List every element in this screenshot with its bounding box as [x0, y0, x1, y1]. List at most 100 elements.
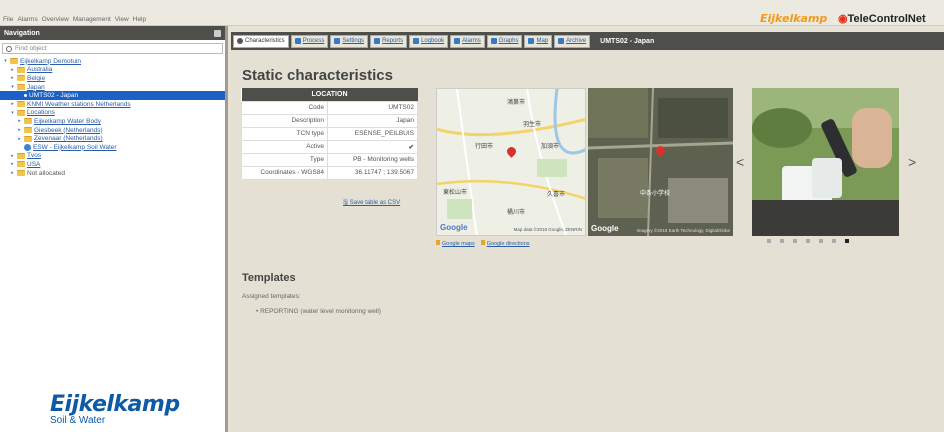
tree-item[interactable]: ▸ KNMI Weather stations Netherlands: [0, 100, 225, 109]
graphs-icon: [490, 38, 497, 44]
tree-item-label: Zevenaar (Netherlands): [34, 135, 103, 143]
expand-icon[interactable]: ▸: [10, 67, 15, 73]
google-maps-link[interactable]: Google maps: [436, 240, 475, 247]
tree-item[interactable]: UMTS02 - Japan: [0, 91, 225, 100]
tree-item[interactable]: ▸ Not allocated: [0, 169, 225, 178]
menu-alarms[interactable]: Alarms: [17, 16, 37, 23]
folder-icon: [17, 66, 25, 73]
tab-map[interactable]: Map: [524, 34, 553, 48]
carousel-dot[interactable]: [845, 239, 849, 243]
property-key: Coordinates - WGS84: [241, 165, 328, 180]
logo-wordmark: Eijkelkamp: [50, 392, 180, 417]
tree-item[interactable]: ▸ Australia: [0, 66, 225, 75]
carousel-dot[interactable]: [819, 239, 823, 243]
table-row: TCN type ESENSE_PEILBUIS: [241, 126, 418, 141]
menu-view[interactable]: View: [115, 16, 129, 23]
brand-logo-telecontrolnet: ◉TeleControlNet: [838, 13, 926, 25]
page-title: Static characteristics: [242, 67, 393, 84]
tab-label: Settings: [342, 38, 365, 44]
folder-icon: [17, 152, 25, 159]
search-placeholder: Find object: [15, 45, 47, 52]
tree-item-label: Eijkelkamp Water Body: [34, 117, 101, 125]
road-map[interactable]: 鴻巣市 羽生市 行田市 加須市 東松山市 久喜市 桶川市 Google Map …: [436, 88, 586, 236]
expand-icon[interactable]: ▸: [10, 75, 15, 81]
eijkelkamp-logo: Eijkelkamp Soil & Water: [50, 392, 180, 426]
carousel-dot[interactable]: [780, 239, 784, 243]
device-photo-graphic: [752, 88, 899, 236]
carousel-dot[interactable]: [832, 239, 836, 243]
tab-label: Alarms: [462, 38, 481, 44]
tab-alarms[interactable]: Alarms: [450, 34, 485, 48]
expand-icon[interactable]: ▸: [10, 170, 15, 176]
tree-item[interactable]: ▾ Japan: [0, 83, 225, 92]
expand-icon[interactable]: ▸: [17, 136, 22, 142]
template-item: • REPORTING (water level monitoring well…: [256, 308, 381, 315]
satellite-label: 中条小学校: [640, 191, 671, 197]
tab-reports[interactable]: Reports: [370, 34, 408, 48]
folder-icon: [17, 75, 25, 82]
map-icon: [528, 38, 535, 44]
property-key: TCN type: [241, 126, 328, 141]
tab-archive[interactable]: Archive: [554, 34, 591, 48]
tree-item[interactable]: ▸ Eijkelkamp Water Body: [0, 117, 225, 126]
menu-overview[interactable]: Overview: [42, 16, 69, 23]
satellite-attribution: Imagery ©2018 Earth Technology, DigitalG…: [636, 228, 730, 233]
brand-telecontrolnet-text: TeleControlNet: [847, 13, 926, 25]
tree-item[interactable]: ▸ USA: [0, 160, 225, 169]
tree-item[interactable]: ▸ Giesbeek (Netherlands): [0, 126, 225, 135]
expand-icon[interactable]: ▸: [10, 153, 15, 159]
carousel-dot[interactable]: [767, 239, 771, 243]
expand-icon[interactable]: ▸: [10, 101, 15, 107]
menu-file[interactable]: File: [3, 16, 13, 23]
satellite-map[interactable]: 中条小学校 Google Imagery ©2018 Earth Technol…: [588, 88, 733, 236]
carousel-indicators: [767, 239, 849, 243]
property-key: Type: [241, 152, 328, 167]
collapse-icon[interactable]: ▾: [10, 84, 15, 90]
tree-item[interactable]: ▸ Zevenaar (Netherlands): [0, 134, 225, 143]
collapse-icon[interactable]: ▾: [10, 110, 15, 116]
expand-icon[interactable]: ▸: [17, 118, 22, 124]
tree-item[interactable]: ▸ Belgie: [0, 74, 225, 83]
tree-item-label: Giesbeek (Netherlands): [34, 126, 103, 134]
folder-icon: [24, 127, 32, 134]
tree-item[interactable]: ESW - Eijkelkamp Soil Water: [0, 143, 225, 152]
property-value: ESENSE_PEILBUIS: [327, 126, 418, 141]
carousel-dot[interactable]: [793, 239, 797, 243]
property-value: PB - Monitoring wells: [327, 152, 418, 167]
tab-characteristics[interactable]: Characteristics: [233, 34, 289, 48]
table-row: Coordinates - WGS84 36.11747 ; 139.5067: [241, 165, 418, 180]
save-csv-link[interactable]: 🖫 Save table as CSV: [343, 198, 400, 208]
menu-help[interactable]: Help: [133, 16, 146, 23]
tab-settings[interactable]: Settings: [330, 34, 369, 48]
location-header: LOCATION: [241, 88, 418, 101]
expand-icon[interactable]: ▸: [17, 127, 22, 133]
search-input[interactable]: Find object: [2, 43, 223, 54]
tab-process[interactable]: Process: [290, 34, 329, 48]
property-key: Active: [241, 139, 328, 154]
settings-icon: [334, 38, 341, 44]
google-logo: Google: [440, 223, 468, 232]
menu-management[interactable]: Management: [73, 16, 111, 23]
tree-item[interactable]: ▾ Eijkelkamp Demotuin: [0, 57, 225, 66]
carousel-next-button[interactable]: >: [908, 154, 916, 170]
tree-item-label: Eijkelkamp Demotuin: [20, 57, 82, 65]
tree-item[interactable]: ▾ Locations: [0, 109, 225, 118]
tree-item[interactable]: ▸ Tvos: [0, 152, 225, 161]
carousel-dot[interactable]: [806, 239, 810, 243]
table-row: Description Japan: [241, 113, 418, 128]
google-directions-link[interactable]: Google directions: [480, 240, 530, 247]
property-value: 36.11747 ; 139.5067: [327, 165, 418, 180]
tab-graphs[interactable]: Graphs: [486, 34, 523, 48]
brand-logo-eijkelkamp: Eijkelkamp: [760, 12, 828, 25]
device-photo: [752, 88, 899, 236]
map-label: 羽生市: [523, 122, 542, 128]
tree-item-label: Japan: [27, 83, 45, 91]
folder-icon: [24, 118, 32, 125]
carousel-prev-button[interactable]: <: [736, 154, 744, 170]
close-icon[interactable]: [214, 29, 221, 37]
collapse-icon[interactable]: ▾: [3, 58, 8, 64]
main-content: Static characteristics LOCATION Code UMTS…: [231, 50, 944, 432]
device-bullet-icon: [24, 94, 27, 98]
expand-icon[interactable]: ▸: [10, 161, 15, 167]
tab-logbook[interactable]: Logbook: [409, 34, 449, 48]
